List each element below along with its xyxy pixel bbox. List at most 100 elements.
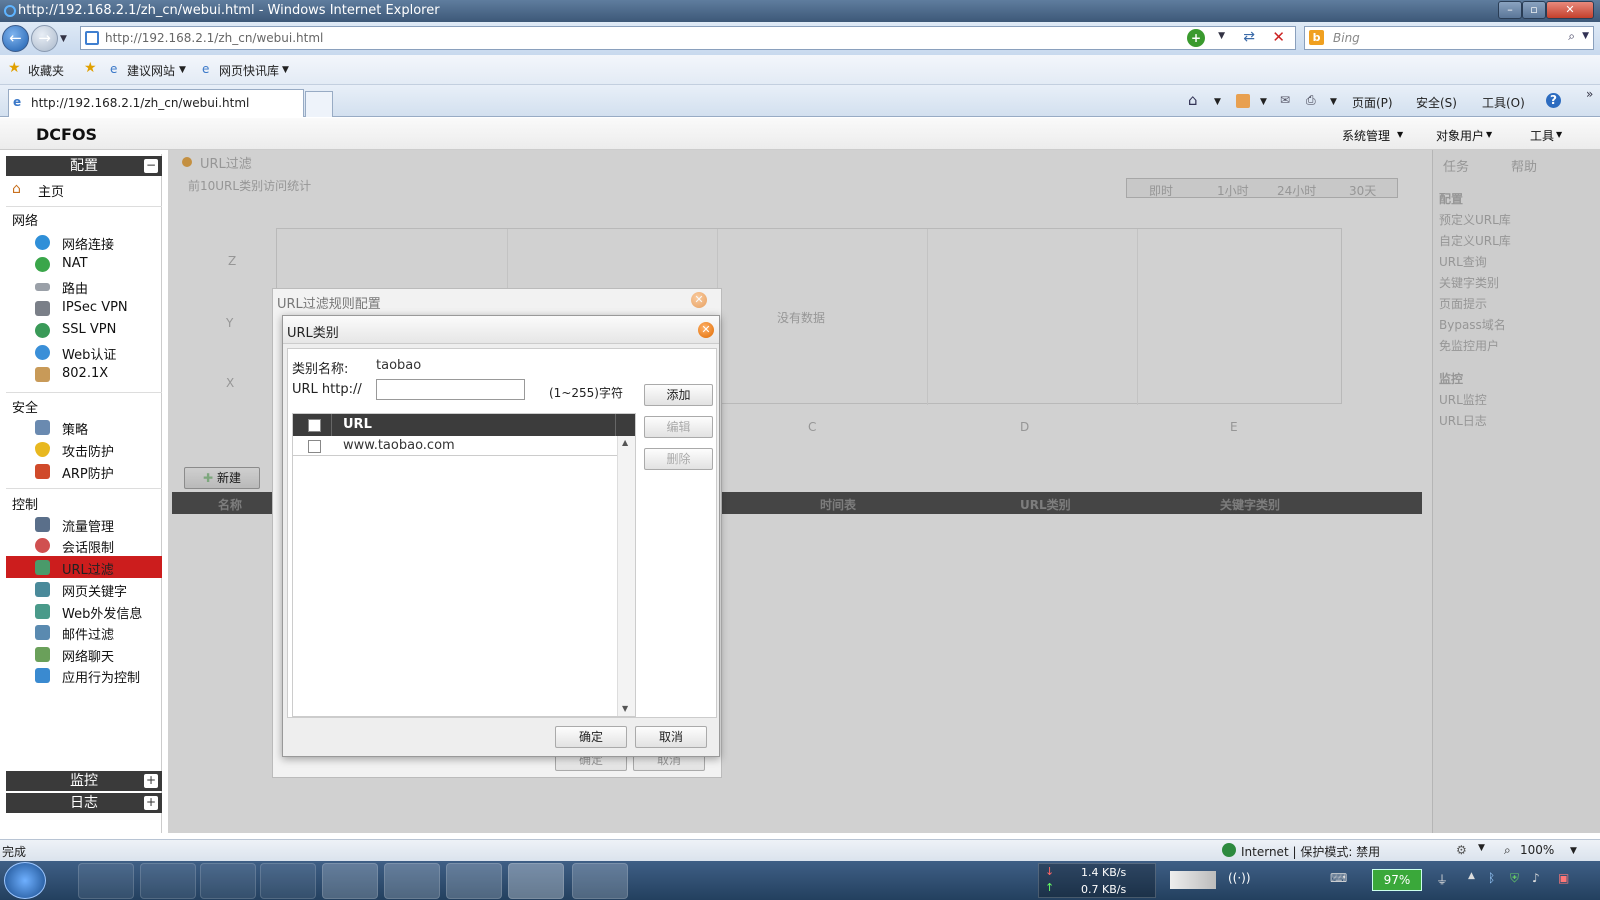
taskbar-media-icon[interactable] (200, 863, 256, 899)
address-input[interactable]: http://192.168.2.1/zh_cn/webui.html + ▼ … (80, 26, 1296, 50)
minimize-button[interactable]: – (1498, 1, 1522, 19)
sidebar-item-policy[interactable]: 策略 (6, 416, 162, 438)
delete-button[interactable]: 删除 (644, 448, 713, 470)
signal-strength-icon[interactable] (1170, 871, 1216, 889)
close-window-button[interactable]: ✕ (1546, 1, 1594, 19)
web-slice-gallery-link[interactable]: 网页快讯库 (219, 62, 279, 79)
sidebar-item-attack-protection[interactable]: 攻击防护 (6, 438, 162, 460)
chevron-down-icon[interactable]: ▼ (1214, 97, 1221, 107)
monitor-panel-header[interactable]: 监控 + (6, 771, 162, 791)
taskbar-notepad-icon[interactable] (446, 863, 502, 899)
taskbar-explorer-icon[interactable] (322, 863, 378, 899)
favorites-button[interactable]: 收藏夹 (28, 62, 64, 79)
address-dropdown-icon[interactable]: ▼ (1218, 31, 1225, 41)
sidebar-item-url-filter[interactable]: URL过滤 (6, 556, 162, 578)
sidebar-item-app-control[interactable]: 应用行为控制 (6, 664, 162, 686)
close-icon[interactable]: ✕ (698, 322, 714, 338)
recent-pages-dropdown-icon[interactable]: ▼ (60, 34, 67, 44)
menu-tools[interactable]: 工具 (1530, 127, 1554, 144)
sidebar-item-traffic-management[interactable]: 流量管理 (6, 513, 162, 535)
chevron-down-icon[interactable]: ▼ (282, 65, 289, 75)
wireless-icon[interactable]: ((·)) (1228, 871, 1251, 885)
close-icon[interactable]: ✕ (691, 292, 707, 308)
safety-menu[interactable]: 安全(S) (1416, 94, 1457, 111)
scroll-up-icon[interactable]: ▲ (622, 438, 628, 447)
suggested-sites-link[interactable]: 建议网站 (127, 62, 175, 79)
feeds-icon[interactable] (1236, 94, 1250, 108)
menu-object-users[interactable]: 对象用户 (1436, 127, 1484, 144)
cancel-button[interactable]: 取消 (635, 726, 707, 748)
power-plug-icon[interactable]: ⏚ (1436, 871, 1448, 888)
taskbar-tool-icon[interactable] (384, 863, 440, 899)
vertical-scrollbar[interactable]: ▲ ▼ (617, 436, 635, 716)
taskbar-folder-icon[interactable] (140, 863, 196, 899)
back-button[interactable]: ← (2, 25, 29, 52)
taskbar-app-icon[interactable] (260, 863, 316, 899)
maximize-button[interactable]: ▫ (1522, 1, 1546, 19)
sidebar-item-route[interactable]: 路由 (6, 275, 162, 297)
scroll-down-icon[interactable]: ▼ (622, 704, 628, 713)
compat-plus-icon[interactable]: + (1187, 29, 1205, 47)
sidebar-item-web-outbound[interactable]: Web外发信息 (6, 600, 162, 622)
start-button[interactable] (4, 862, 46, 899)
chevron-more-icon[interactable]: » (1586, 87, 1593, 101)
collapse-icon[interactable]: − (144, 159, 158, 173)
expand-icon[interactable]: + (144, 774, 158, 788)
page-menu[interactable]: 页面(P) (1352, 94, 1393, 111)
search-icon[interactable]: ⌕ (1568, 29, 1575, 44)
volume-icon[interactable]: ♪ (1532, 871, 1540, 885)
stop-icon[interactable]: ✕ (1272, 28, 1285, 46)
chevron-down-icon[interactable]: ▼ (1478, 843, 1485, 853)
sidebar-item-session-limit[interactable]: 会话限制 (6, 534, 162, 556)
config-panel-header[interactable]: 配置 − (6, 156, 162, 176)
sidebar-item-nat[interactable]: NAT (6, 253, 162, 275)
refresh-icon[interactable]: ⇄ (1243, 29, 1255, 45)
sidebar-item-ssl-vpn[interactable]: SSL VPN (6, 319, 162, 341)
network-status-icon[interactable]: ▣ (1558, 871, 1569, 885)
browser-tab[interactable]: e http://192.168.2.1/zh_cn/webui.html (8, 89, 304, 117)
zoom-level[interactable]: 100% (1520, 843, 1554, 857)
security-shield-icon[interactable]: ⛨ (1510, 871, 1519, 886)
battery-indicator[interactable]: 97% (1372, 869, 1422, 891)
new-tab-button[interactable] (305, 91, 333, 117)
add-favorite-icon[interactable]: ★ (84, 60, 97, 76)
table-row[interactable]: www.taobao.com (293, 436, 617, 456)
print-icon[interactable]: ⎙ (1306, 93, 1316, 108)
search-dropdown-icon[interactable]: ▼ (1582, 31, 1589, 41)
sidebar-item-ipsec-vpn[interactable]: IPSec VPN (6, 297, 162, 319)
mail-icon[interactable]: ✉ (1280, 93, 1290, 107)
chevron-down-icon[interactable]: ▼ (1260, 97, 1267, 107)
sidebar-item-mail-filter[interactable]: 邮件过滤 (6, 621, 162, 643)
row-checkbox[interactable] (308, 440, 321, 453)
sidebar-item-8021x[interactable]: 802.1X (6, 363, 162, 385)
search-input[interactable]: b Bing ⌕ ▼ (1304, 26, 1594, 50)
url-input[interactable] (376, 379, 525, 400)
sidebar-item-network-connection[interactable]: 网络连接 (6, 231, 162, 253)
ok-button[interactable]: 确定 (555, 726, 627, 748)
show-hidden-icons[interactable]: ▲ (1468, 871, 1475, 881)
sidebar-item-im-chat[interactable]: 网络聊天 (6, 643, 162, 665)
zoom-icon[interactable]: ⌕ (1504, 843, 1511, 858)
log-panel-header[interactable]: 日志 + (6, 793, 162, 813)
sidebar-item-web-keyword[interactable]: 网页关键字 (6, 578, 162, 600)
keyboard-icon[interactable]: ⌨ (1330, 871, 1347, 885)
home-icon[interactable]: ⌂ (1188, 91, 1198, 109)
select-all-checkbox[interactable] (308, 419, 321, 432)
forward-button[interactable]: → (31, 25, 58, 52)
bluetooth-icon[interactable]: ᛒ (1488, 871, 1495, 885)
expand-icon[interactable]: + (144, 796, 158, 810)
chevron-down-icon[interactable]: ▼ (1330, 97, 1337, 107)
taskbar-computer-icon[interactable] (78, 863, 134, 899)
protected-mode-icon[interactable]: ⚙ (1456, 843, 1467, 857)
menu-system-admin[interactable]: 系统管理 (1342, 127, 1390, 144)
taskbar-word-icon[interactable] (572, 863, 628, 899)
chevron-down-icon[interactable]: ▼ (179, 65, 186, 75)
taskbar-ie-icon[interactable] (508, 863, 564, 899)
chevron-down-icon[interactable]: ▼ (1570, 846, 1577, 856)
sidebar-item-arp-protection[interactable]: ARP防护 (6, 460, 162, 482)
sidebar-item-web-auth[interactable]: Web认证 (6, 341, 162, 363)
help-icon[interactable]: ? (1546, 93, 1561, 108)
sidebar-item-home[interactable]: ⌂ 主页 (6, 178, 162, 200)
edit-button[interactable]: 编辑 (644, 416, 713, 438)
add-button[interactable]: 添加 (644, 384, 713, 406)
